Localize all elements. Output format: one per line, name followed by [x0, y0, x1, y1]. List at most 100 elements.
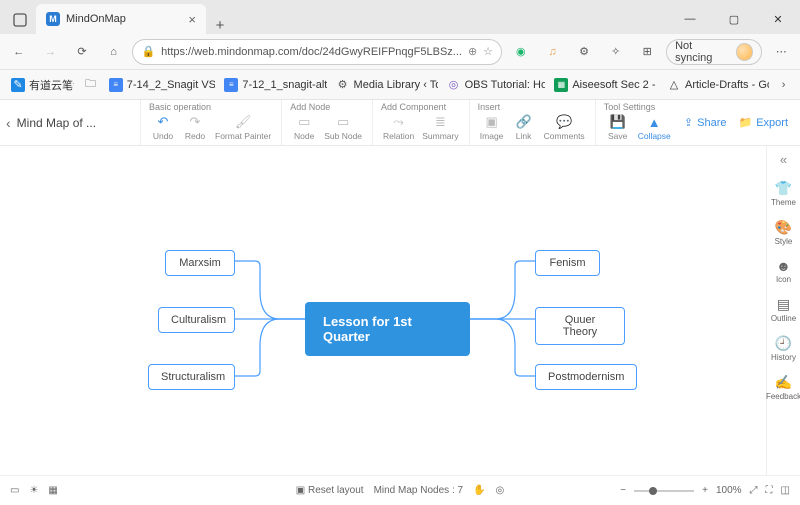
side-outline[interactable]: ▤Outline [771, 290, 796, 329]
undo-icon: ↶ [158, 114, 169, 130]
nav-home[interactable]: ⌂ [101, 39, 127, 65]
status-sun-icon[interactable]: ☀ [29, 485, 38, 496]
search-icon[interactable]: ⊕ [468, 45, 477, 58]
side-style[interactable]: 🎨Style [775, 213, 793, 252]
bookmark-item[interactable]: ≡7-14_2_Snagit VS S... [104, 75, 216, 95]
nav-refresh[interactable]: ⟳ [69, 39, 95, 65]
side-theme[interactable]: 👕Theme [771, 174, 796, 213]
fit-screen-icon[interactable]: ⤢ [750, 485, 758, 496]
node-right-2[interactable]: Postmodernism [535, 364, 637, 390]
window-maximize[interactable]: ▢ [712, 4, 756, 34]
group-label: Tool Settings [604, 102, 673, 114]
comment-icon: 💬 [556, 114, 572, 130]
relation-icon: ⤳ [393, 114, 403, 130]
undo-button[interactable]: ↶Undo [149, 114, 177, 141]
export-icon: 📁 [739, 116, 753, 129]
side-feedback[interactable]: ✍Feedback [766, 368, 800, 407]
relation-button[interactable]: ⤳Relation [381, 114, 416, 141]
gdoc-icon: ≡ [224, 78, 238, 92]
export-button[interactable]: 📁Export [739, 116, 789, 129]
format-painter-button[interactable]: 🖌Format Painter [213, 114, 273, 141]
share-button[interactable]: ⇪Share [684, 116, 727, 129]
save-icon: 💾 [610, 114, 626, 130]
palette-icon: 🎨 [775, 219, 792, 236]
bookmark-item[interactable]: 🗀 [78, 75, 99, 95]
fullscreen-icon[interactable]: ⛶ [766, 485, 773, 496]
collections-icon[interactable]: ⊞ [634, 39, 660, 65]
shirt-icon: 👕 [775, 180, 792, 197]
lock-icon: 🔒 [141, 45, 155, 58]
side-history[interactable]: 🕘History [771, 329, 796, 368]
url-text: https://web.mindonmap.com/doc/24dGwyREIF… [161, 46, 462, 58]
bookmark-item[interactable]: ⚙Media Library ‹ Top... [331, 75, 438, 95]
more-menu[interactable]: ⋯ [768, 39, 794, 65]
ext-grammarly[interactable]: ◉ [508, 39, 534, 65]
group-label: Insert [478, 102, 587, 114]
zoom-slider[interactable] [634, 490, 694, 492]
browser-tab[interactable]: M MindOnMap × [36, 4, 206, 34]
status-screen-icon[interactable]: ▭ [10, 485, 19, 496]
smile-icon: ☻ [776, 258, 791, 274]
wp-icon: ⚙ [336, 78, 350, 92]
image-icon: ▣ [485, 114, 497, 130]
bookmark-item[interactable]: ✎有道云笔记 [6, 74, 74, 96]
node-icon: ▭ [298, 114, 310, 130]
center-node[interactable]: Lesson for 1st Quarter [305, 302, 470, 356]
add-subnode-button[interactable]: ▭Sub Node [322, 114, 364, 141]
save-button[interactable]: 💾Save [604, 114, 632, 141]
sidepanel-collapse[interactable]: « [780, 152, 787, 174]
nav-forward[interactable]: → [38, 39, 64, 65]
favorite-icon[interactable]: ☆ [483, 45, 493, 58]
hand-tool[interactable]: ✋ [473, 485, 485, 496]
bookmark-item[interactable]: △Article-Drafts - Goo... [662, 75, 769, 95]
document-title[interactable]: Mind Map of ... [17, 116, 96, 130]
node-right-0[interactable]: Fenism [535, 250, 600, 276]
group-label: Add Component [381, 102, 461, 114]
nav-back[interactable]: ← [6, 39, 32, 65]
sync-button[interactable]: Not syncing [666, 39, 762, 65]
reset-layout-button[interactable]: ▣ Reset layout [296, 485, 364, 496]
redo-button[interactable]: ↷Redo [181, 114, 209, 141]
insert-comment-button[interactable]: 💬Comments [542, 114, 587, 141]
group-label: Add Node [290, 102, 364, 114]
doc-back-button[interactable]: ‹ [6, 115, 11, 131]
gdrive-icon: △ [667, 78, 681, 92]
clock-icon: 🕘 [775, 335, 792, 352]
ext-clip-icon[interactable]: ✧ [603, 39, 629, 65]
group-label: Basic operation [149, 102, 273, 114]
new-tab-button[interactable]: + [206, 17, 234, 34]
subnode-icon: ▭ [337, 114, 349, 130]
bookmarks-overflow[interactable]: › [773, 72, 794, 98]
target-tool[interactable]: ◎ [496, 485, 505, 496]
ext-settings-icon[interactable]: ⚙ [571, 39, 597, 65]
minimap-icon[interactable]: ◫ [781, 485, 790, 496]
bookmark-item[interactable]: ≡7-12_1_snagit-alter... [219, 75, 326, 95]
zoom-out[interactable]: − [620, 485, 626, 496]
window-minimize[interactable]: — [668, 4, 712, 34]
tab-title: MindOnMap [66, 13, 126, 25]
tab-list-button[interactable] [4, 6, 36, 34]
avatar [736, 43, 754, 61]
node-right-1[interactable]: Quuer Theory [535, 307, 625, 345]
node-left-1[interactable]: Culturalism [158, 307, 235, 333]
feedback-icon: ✍ [775, 374, 792, 391]
node-left-0[interactable]: Marxsim [165, 250, 235, 276]
side-icon[interactable]: ☻Icon [776, 252, 791, 290]
node-left-2[interactable]: Structuralism [148, 364, 235, 390]
bookmark-item[interactable]: ▦Aiseesoft Sec 2 - W... [549, 75, 658, 95]
summary-button[interactable]: ≣Summary [420, 114, 460, 141]
collapse-button[interactable]: ▲Collapse [636, 114, 673, 141]
redo-icon: ↷ [190, 114, 201, 130]
tab-close-icon[interactable]: × [188, 12, 196, 27]
ext-headphones-icon[interactable]: ♫ [540, 39, 566, 65]
window-close[interactable]: ✕ [756, 4, 800, 34]
address-bar[interactable]: 🔒 https://web.mindonmap.com/doc/24dGwyRE… [132, 39, 502, 65]
zoom-in[interactable]: + [702, 485, 708, 496]
insert-image-button[interactable]: ▣Image [478, 114, 506, 141]
add-node-button[interactable]: ▭Node [290, 114, 318, 141]
status-grid-icon[interactable]: ▦ [48, 485, 57, 496]
mindmap-canvas[interactable]: Lesson for 1st Quarter Marxsim Culturali… [0, 146, 766, 475]
insert-link-button[interactable]: 🔗Link [510, 114, 538, 141]
bookmark-item[interactable]: ◎OBS Tutorial: How... [442, 75, 546, 95]
node-count: Mind Map Nodes : 7 [374, 485, 464, 496]
